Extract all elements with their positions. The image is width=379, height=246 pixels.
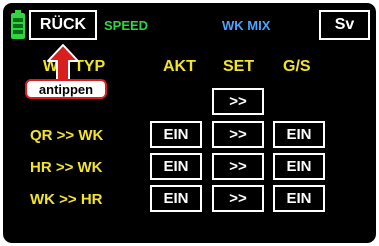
battery-icon [11,10,25,39]
row-0-set-button[interactable]: >> [212,88,264,115]
row-2-set-button[interactable]: >> [212,153,264,180]
column-header-akt: AKT [163,58,196,75]
back-button[interactable]: RÜCK [29,10,97,40]
row-2-label: HR >> WK [30,159,103,176]
row-2-akt-button[interactable]: EIN [150,153,202,180]
column-header-set: SET [223,58,255,75]
row-1-set-button[interactable]: >> [212,121,264,148]
save-button[interactable]: Sv [319,10,370,40]
screen: RÜCK SPEED WK MIX Sv WK TYP AKT SET G/S … [0,0,379,246]
lcd-display: RÜCK SPEED WK MIX Sv WK TYP AKT SET G/S … [3,3,376,243]
row-2-gs-button[interactable]: EIN [273,153,325,180]
row-1-gs-button[interactable]: EIN [273,121,325,148]
screen-title: WK MIX [222,18,271,33]
mode-label: SPEED [104,18,149,33]
arrow-up-icon [47,44,79,82]
row-3-gs-button[interactable]: EIN [273,185,325,212]
row-3-label: WK >> HR [30,191,103,208]
row-3-akt-button[interactable]: EIN [150,185,202,212]
row-1-label: QR >> WK [30,127,104,144]
row-3-set-button[interactable]: >> [212,185,264,212]
row-1-akt-button[interactable]: EIN [150,121,202,148]
tap-callout: antippen [25,79,107,99]
column-header-gs: G/S [283,58,311,75]
